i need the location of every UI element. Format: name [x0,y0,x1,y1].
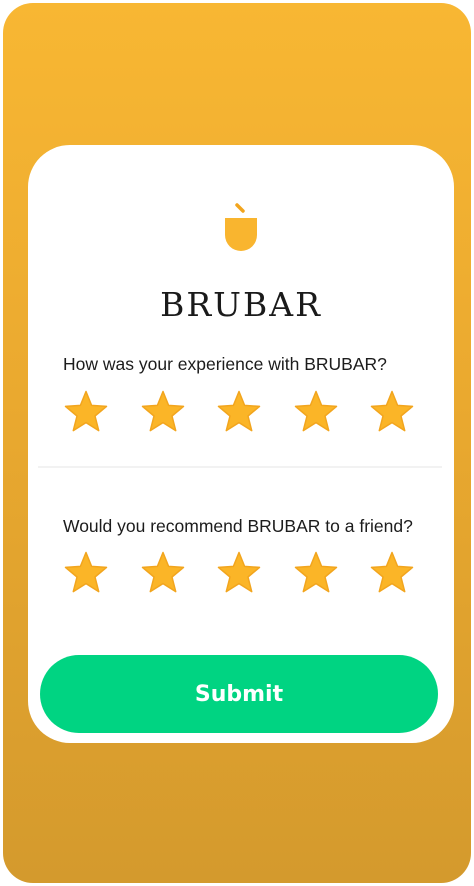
experience-star-rating [63,389,415,435]
experience-star-1-icon[interactable] [63,389,109,435]
recommend-star-4-icon[interactable] [293,550,339,596]
experience-star-2-icon[interactable] [140,389,186,435]
brand-name: BRUBAR [160,285,322,324]
experience-question: How was your experience with BRUBAR? [63,354,387,374]
experience-star-3-icon[interactable] [216,389,262,435]
cup-icon [225,203,257,251]
app-screen: BRUBAR How was your experience with BRUB… [3,3,471,883]
recommend-question: Would you recommend BRUBAR to a friend? [63,516,413,536]
recommend-star-2-icon[interactable] [140,550,186,596]
submit-button[interactable]: Submit [40,655,438,733]
recommend-star-3-icon[interactable] [216,550,262,596]
recommend-star-rating [63,550,415,596]
section-divider [38,466,442,468]
recommend-star-5-icon[interactable] [369,550,415,596]
feedback-card: BRUBAR How was your experience with BRUB… [28,145,454,743]
experience-star-5-icon[interactable] [369,389,415,435]
recommend-star-1-icon[interactable] [63,550,109,596]
experience-star-4-icon[interactable] [293,389,339,435]
